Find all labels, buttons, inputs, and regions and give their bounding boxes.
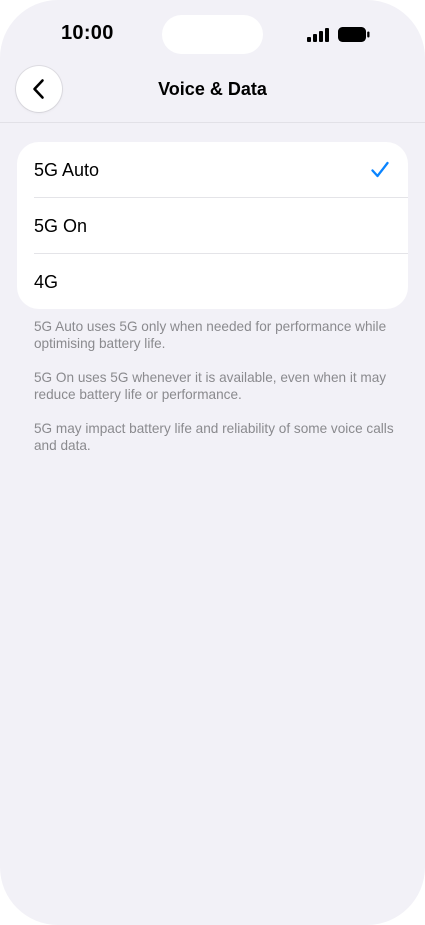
- network-options-card: 5G Auto 5G On 4G: [17, 142, 408, 309]
- option-label: 5G Auto: [34, 160, 100, 180]
- option-label: 4G: [34, 272, 59, 292]
- checkmark-icon: [371, 161, 389, 178]
- option-5g-on[interactable]: 5G On: [17, 198, 408, 254]
- option-5g-auto[interactable]: 5G Auto: [17, 142, 408, 198]
- footnote-5g-impact: 5G may impact battery life and reliabili…: [34, 421, 394, 453]
- phone-screen: 10:00 Voice & Data 5G Auto 5G On 4G 5G A…: [0, 0, 425, 925]
- option-label: 5G On: [34, 216, 88, 236]
- footnote-5g-on: 5G On uses 5G whenever it is available, …: [34, 370, 387, 402]
- footnote-5g-auto: 5G Auto uses 5G only when needed for per…: [34, 319, 387, 351]
- cellular-signal-icon: [307, 28, 329, 42]
- dynamic-island: [162, 15, 263, 54]
- nav-divider: [0, 122, 425, 123]
- option-4g[interactable]: 4G: [17, 254, 408, 309]
- battery-icon: [338, 27, 370, 42]
- page-title: Voice & Data: [158, 79, 267, 99]
- status-time: 10:00: [61, 22, 114, 44]
